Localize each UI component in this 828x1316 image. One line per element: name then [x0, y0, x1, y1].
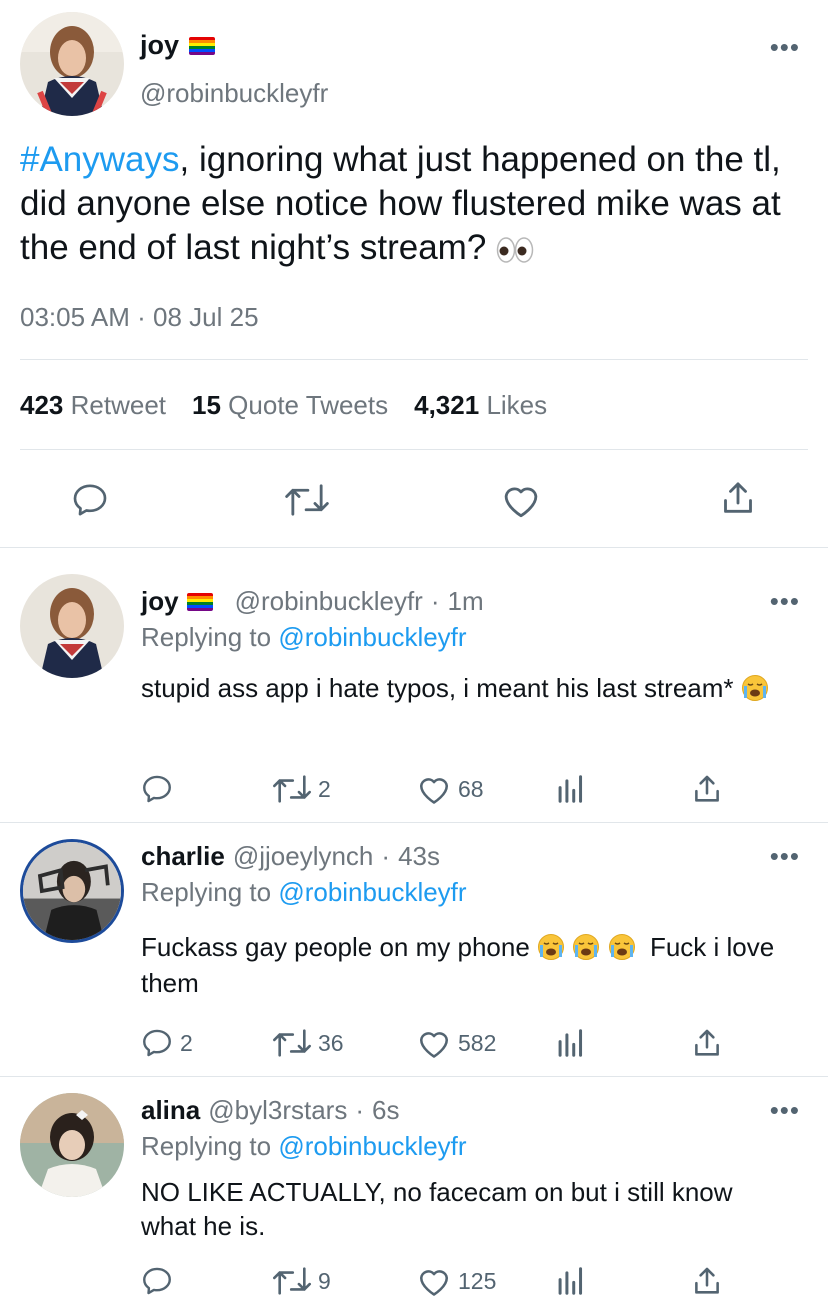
avatar[interactable] — [20, 839, 124, 943]
retweet-button[interactable]: 2 — [272, 772, 331, 806]
more-icon[interactable]: ••• — [770, 588, 800, 614]
reply-header: joy @robinbuckleyfr · 1m — [141, 586, 484, 617]
reply-actions: 2 36 582 — [0, 1026, 828, 1066]
share-button[interactable] — [690, 772, 724, 806]
reply-button[interactable]: 2 — [140, 1026, 193, 1060]
pride-flag-icon — [186, 592, 213, 611]
reply-time[interactable]: 43s — [398, 841, 440, 872]
pride-flag-icon — [189, 36, 216, 55]
avatar[interactable] — [20, 1093, 124, 1197]
analytics-icon — [558, 1029, 583, 1057]
analytics-icon — [558, 775, 583, 803]
reply-icon — [143, 1029, 171, 1057]
share-button[interactable] — [690, 1264, 724, 1298]
reply-button[interactable] — [140, 1264, 180, 1298]
share-button[interactable] — [690, 1026, 724, 1060]
user-handle[interactable]: @jjoeylynch — [233, 841, 374, 872]
reply-time[interactable]: 1m — [448, 586, 484, 617]
user-handle[interactable]: @byl3rstars — [208, 1095, 347, 1126]
mention-link[interactable]: @robinbuckleyfr — [278, 877, 466, 907]
user-handle[interactable]: @robinbuckleyfr — [235, 586, 423, 617]
reply-icon[interactable] — [70, 480, 110, 520]
retweet-icon[interactable] — [284, 480, 330, 520]
more-icon[interactable]: ••• — [770, 1097, 800, 1123]
reply-actions: 2 68 — [0, 772, 828, 812]
retweet-count[interactable]: 423 Retweet — [20, 390, 166, 421]
like-icon[interactable] — [500, 480, 542, 520]
hashtag-link[interactable]: #Anyways — [20, 140, 180, 179]
tweet-text: #Anyways, ignoring what just happened on… — [20, 140, 781, 267]
reply-icon — [143, 1267, 171, 1295]
like-button[interactable]: 125 — [416, 1264, 496, 1298]
retweet-icon — [273, 775, 311, 803]
share-icon — [695, 775, 719, 802]
replying-to: Replying to @robinbuckleyfr — [141, 622, 467, 652]
tweet-actions — [0, 470, 828, 530]
display-name[interactable]: joy — [141, 586, 179, 617]
divider — [20, 449, 808, 450]
analytics-button[interactable] — [556, 1026, 586, 1060]
reply-actions: 9 125 — [0, 1264, 828, 1304]
reply-text: NO LIKE ACTUALLY, no facecam on but i st… — [141, 1177, 733, 1241]
reply-header: charlie @jjoeylynch · 43s — [141, 841, 440, 872]
analytics-button[interactable] — [556, 1264, 586, 1298]
like-icon — [419, 778, 449, 804]
reply-header: alina @byl3rstars · 6s — [141, 1095, 400, 1126]
analytics-icon — [558, 1267, 583, 1295]
more-icon[interactable]: ••• — [770, 843, 800, 869]
retweet-button[interactable]: 36 — [272, 1026, 344, 1060]
like-button[interactable]: 582 — [416, 1026, 496, 1060]
tweet-timestamp[interactable]: 03:05 AM · 08 Jul 25 — [20, 302, 259, 333]
retweet-button[interactable]: 9 — [272, 1264, 331, 1298]
reply-time[interactable]: 6s — [372, 1095, 399, 1126]
analytics-button[interactable] — [556, 772, 586, 806]
retweet-icon — [273, 1029, 311, 1057]
like-count[interactable]: 4,321 Likes — [414, 390, 547, 421]
avatar[interactable] — [20, 12, 124, 116]
mention-link[interactable]: @robinbuckleyfr — [278, 622, 466, 652]
display-name[interactable]: charlie — [141, 841, 225, 872]
user-handle[interactable]: @robinbuckleyfr — [140, 78, 328, 109]
reply-tweet[interactable]: joy @robinbuckleyfr · 1m ••• Replying to… — [0, 548, 828, 821]
divider — [20, 359, 808, 360]
reply-tweet[interactable]: charlie @jjoeylynch · 43s ••• Replying t… — [0, 823, 828, 1076]
display-name[interactable]: alina — [141, 1095, 200, 1126]
like-icon — [419, 1270, 449, 1296]
reply-text: stupid ass app i hate typos, i meant his… — [141, 666, 801, 710]
crying-emoji-icon — [741, 675, 768, 701]
share-icon — [695, 1267, 719, 1294]
crying-emoji-icon — [608, 934, 635, 960]
reply-icon — [143, 775, 171, 803]
reply-tweet[interactable]: alina @byl3rstars · 6s ••• Replying to @… — [0, 1077, 828, 1316]
reply-button[interactable] — [140, 772, 180, 806]
avatar[interactable] — [20, 574, 124, 678]
display-name[interactable]: joy — [140, 30, 216, 61]
replying-to: Replying to @robinbuckleyfr — [141, 1131, 467, 1161]
share-icon — [695, 1029, 719, 1056]
quote-count[interactable]: 15 Quote Tweets — [192, 390, 388, 421]
mention-link[interactable]: @robinbuckleyfr — [278, 1131, 466, 1161]
reply-text: Fuckass gay people on my phone Fuck i lo… — [141, 932, 775, 998]
like-button[interactable]: 68 — [416, 772, 484, 806]
like-icon — [419, 1032, 449, 1058]
replying-to: Replying to @robinbuckleyfr — [141, 877, 467, 907]
retweet-icon — [273, 1267, 311, 1295]
main-tweet: joy @robinbuckleyfr ••• #Anyways, ignori… — [0, 0, 828, 547]
crying-emoji-icon — [538, 934, 565, 960]
more-icon[interactable]: ••• — [770, 34, 800, 60]
eyes-emoji-icon — [496, 237, 534, 263]
crying-emoji-icon — [573, 934, 600, 960]
tweet-stats: 423 Retweet 15 Quote Tweets 4,321 Likes — [20, 390, 547, 421]
share-icon[interactable] — [718, 478, 758, 518]
